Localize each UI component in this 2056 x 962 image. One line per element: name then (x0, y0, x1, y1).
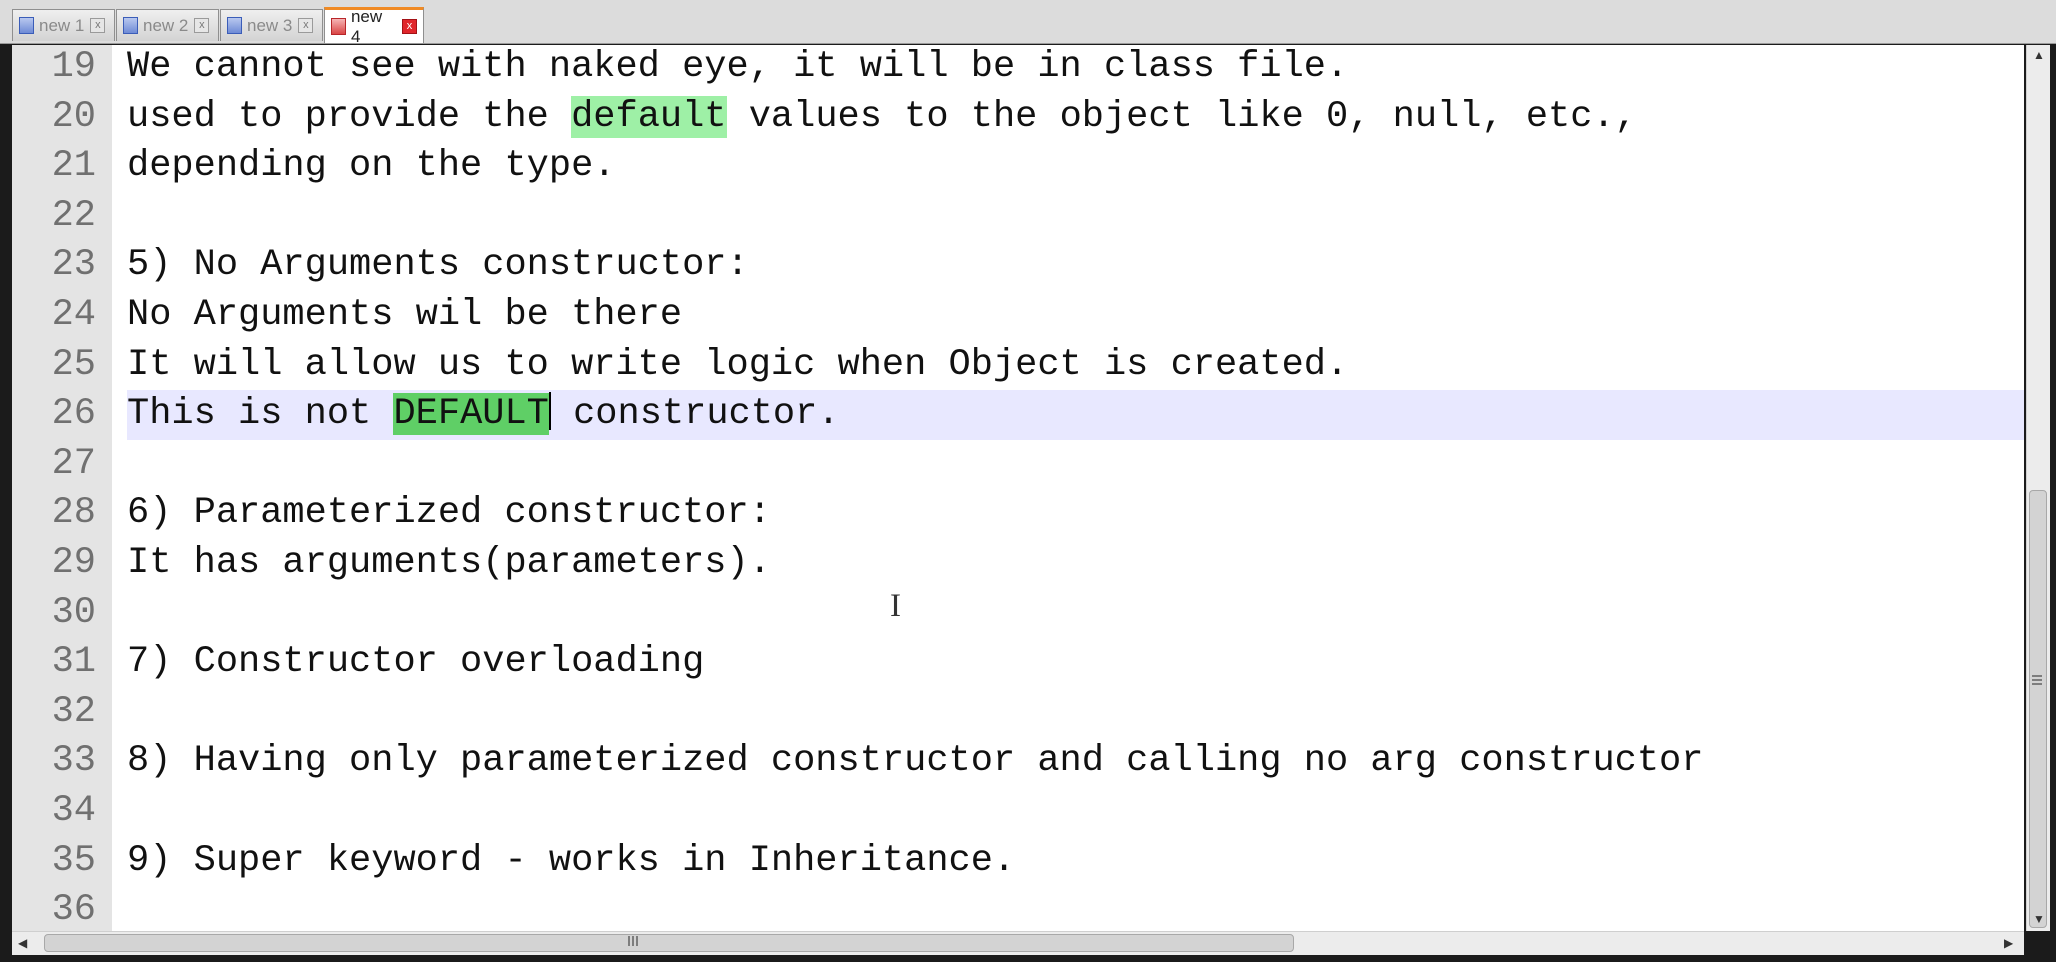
tab-bar: new 1 x new 2 x new 3 x new 4 x (0, 0, 2056, 46)
line-text[interactable]: used to provide the default values to th… (127, 93, 2024, 143)
editor-line[interactable]: 29 It has arguments(parameters). (12, 539, 2024, 589)
editor-line[interactable]: 19 We cannot see with naked eye, it will … (12, 45, 2024, 93)
line-number: 21 (51, 145, 96, 188)
current-line[interactable]: 26 This is not DEFAULT constructor. (12, 390, 2024, 440)
tab-label: new 1 (39, 15, 85, 35)
editor-line[interactable]: 22 (12, 192, 2024, 242)
text-segment: depending on the type. (127, 145, 616, 188)
line-text[interactable] (127, 440, 2024, 490)
line-number: 25 (51, 343, 96, 386)
editor-line[interactable]: 28 6) Parameterized constructor: (12, 489, 2024, 539)
scroll-right-arrow-icon[interactable]: ▶ (2004, 937, 2013, 949)
close-icon[interactable]: x (90, 18, 106, 33)
editor-line[interactable]: 21 depending on the type. (12, 142, 2024, 192)
line-number: 35 (51, 839, 96, 882)
line-text[interactable] (127, 787, 2024, 837)
line-text[interactable] (127, 688, 2024, 738)
close-icon[interactable]: x (194, 18, 210, 33)
text-segment: values to the object like 0, null, etc., (726, 95, 1637, 138)
scroll-grip-icon (2032, 675, 2042, 687)
scroll-down-arrow-icon[interactable]: ▼ (2033, 913, 2045, 925)
line-number: 36 (51, 889, 96, 931)
line-number: 30 (51, 591, 96, 634)
text-segment: 9) Super keyword - works in Inheritance. (127, 839, 1016, 882)
selected-text: DEFAULT (393, 393, 549, 436)
scroll-up-arrow-icon[interactable]: ▲ (2033, 49, 2045, 61)
text-segment: used to provide the (127, 95, 572, 138)
editor-line[interactable]: 31 7) Constructor overloading (12, 638, 2024, 688)
line-number: 29 (51, 542, 96, 584)
line-number: 34 (51, 790, 96, 832)
tab-label: new 2 (143, 15, 189, 35)
line-text[interactable] (127, 589, 2024, 639)
horizontal-scroll-thumb[interactable] (44, 934, 1294, 952)
document-icon (123, 17, 138, 34)
search-match-highlight: default (571, 95, 727, 138)
line-number: 31 (51, 641, 96, 684)
line-number: 33 (51, 740, 96, 783)
line-number: 19 (51, 46, 96, 88)
line-number: 23 (51, 244, 96, 287)
text-segment: No Arguments wil be there (127, 294, 683, 336)
line-number: 28 (51, 492, 96, 535)
line-text[interactable] (127, 192, 2024, 242)
editor-line[interactable]: 35 9) Super keyword - works in Inheritanc… (12, 837, 2024, 887)
vertical-scrollbar[interactable]: ▲ ▼ (2026, 45, 2050, 931)
line-text[interactable]: It has arguments(parameters). (127, 539, 2024, 589)
text-segment: 8) Having only parameterized constructor… (127, 740, 1704, 783)
editor-line[interactable]: 24 No Arguments wil be there (12, 291, 2024, 341)
tab-label: new 3 (247, 15, 293, 35)
text-editor[interactable]: 19 We cannot see with naked eye, it will … (12, 45, 2024, 931)
line-text[interactable] (127, 886, 2024, 931)
document-icon (19, 17, 34, 34)
line-text[interactable]: It will allow us to write logic when Obj… (127, 341, 2024, 391)
line-text[interactable]: 6) Parameterized constructor: (127, 489, 2024, 539)
line-number: 27 (51, 442, 96, 485)
editor-line[interactable]: 34 (12, 787, 2024, 837)
line-text[interactable]: 7) Constructor overloading (127, 638, 2024, 688)
scroll-left-arrow-icon[interactable]: ◀ (18, 937, 27, 949)
vertical-scroll-thumb[interactable] (2029, 490, 2047, 928)
text-segment: It will allow us to write logic when Obj… (127, 343, 1349, 386)
document-icon (227, 17, 242, 34)
scroll-grip-icon (628, 936, 638, 946)
tab-new-2[interactable]: new 2 x (116, 9, 219, 41)
editor-line[interactable]: 33 8) Having only parameterized construct… (12, 737, 2024, 787)
line-text[interactable]: 9) Super keyword - works in Inheritance. (127, 837, 2024, 887)
text-segment: 5) No Arguments constructor: (127, 244, 749, 287)
tab-label: new 4 (350, 6, 383, 46)
close-icon[interactable]: x (298, 18, 314, 33)
text-segment: It has arguments(parameters). (127, 542, 771, 584)
tab-new-1[interactable]: new 1 x (12, 9, 115, 41)
line-number: 24 (51, 294, 96, 336)
text-segment: 7) Constructor overloading (127, 641, 705, 684)
tab-new-3[interactable]: new 3 x (220, 9, 323, 41)
editor-line[interactable]: 23 5) No Arguments constructor: (12, 241, 2024, 291)
editor-line[interactable]: 20 used to provide the default values to … (12, 93, 2024, 143)
tab-new-4[interactable]: new 4 x (324, 7, 424, 46)
line-text[interactable]: depending on the type. (127, 142, 2024, 192)
horizontal-scrollbar[interactable]: ◀ ▶ (12, 931, 2024, 955)
close-icon[interactable]: x (402, 19, 418, 34)
line-text[interactable]: No Arguments wil be there (127, 291, 2024, 341)
editor-line[interactable]: 27 (12, 440, 2024, 490)
editor-line[interactable]: 36 (12, 886, 2024, 931)
text-segment: 6) Parameterized constructor: (127, 492, 771, 535)
line-number: 26 (51, 393, 96, 436)
line-number: 32 (51, 690, 96, 733)
line-text[interactable]: 5) No Arguments constructor: (127, 241, 2024, 291)
line-text[interactable]: We cannot see with naked eye, it will be… (127, 45, 2024, 93)
text-segment: constructor. (550, 393, 840, 436)
line-text[interactable]: 8) Having only parameterized constructor… (127, 737, 2024, 787)
editor-line[interactable]: 30 (12, 589, 2024, 639)
document-icon (331, 18, 346, 35)
line-number: 20 (51, 95, 96, 138)
i-beam-cursor-icon: I (890, 588, 901, 624)
line-number: 22 (51, 194, 96, 237)
text-segment: We cannot see with naked eye, it will be… (127, 46, 1349, 88)
line-text[interactable]: This is not DEFAULT constructor. (127, 390, 2024, 440)
editor-line[interactable]: 25 It will allow us to write logic when O… (12, 341, 2024, 391)
editor-line[interactable]: 32 (12, 688, 2024, 738)
text-segment: This is not (127, 393, 394, 436)
